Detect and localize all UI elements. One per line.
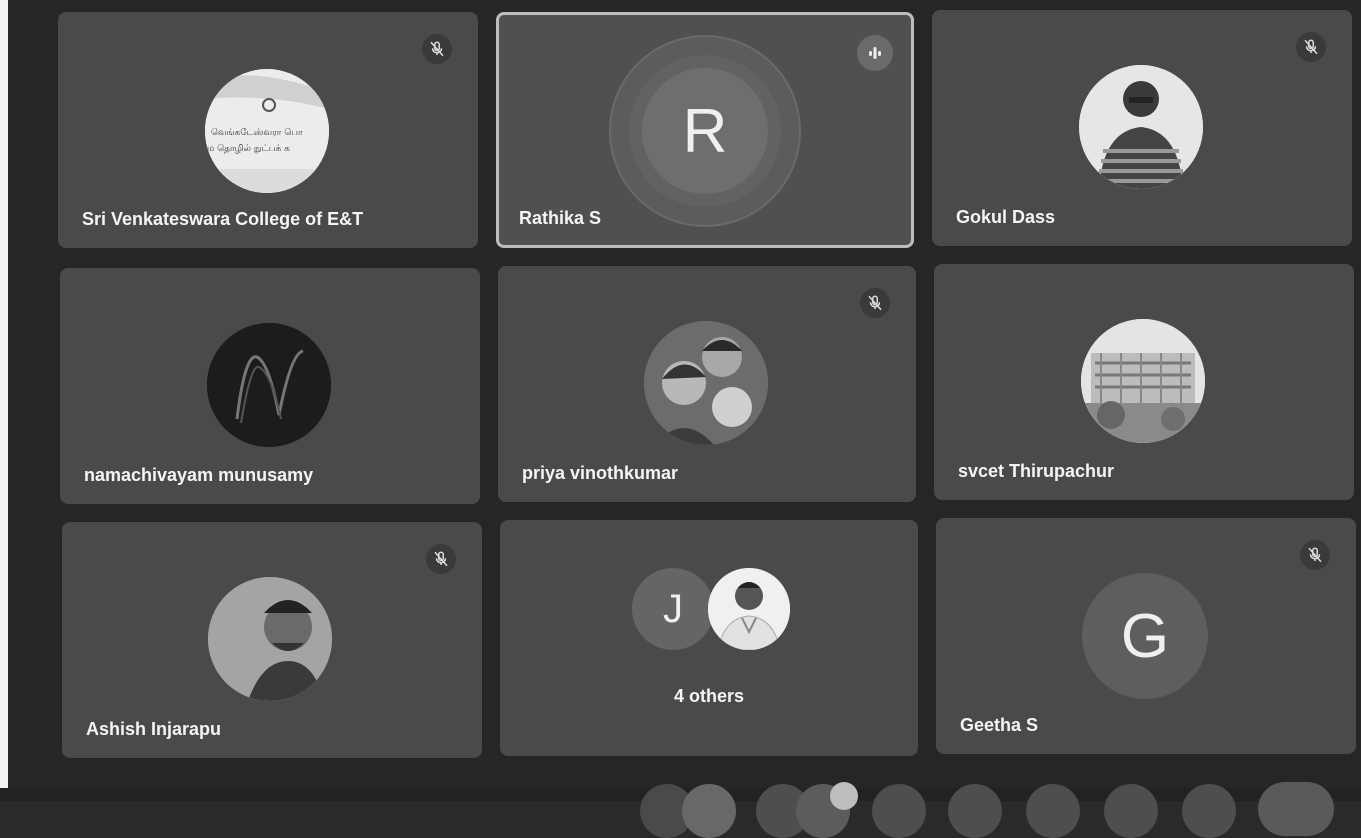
control-button[interactable]: [1026, 784, 1080, 838]
participant-avatar: [208, 577, 332, 701]
mic-off-icon: [860, 288, 890, 318]
control-button[interactable]: [948, 784, 1002, 838]
others-tile[interactable]: J 4 others: [500, 520, 918, 756]
participant-avatar: [644, 321, 768, 445]
participant-tile[interactable]: G Geetha S: [936, 518, 1356, 754]
control-button[interactable]: [1104, 784, 1158, 838]
notification-dot: [830, 782, 858, 810]
control-button[interactable]: [1182, 784, 1236, 838]
profile-sign-line-1: வெங்கடேஸ்வரா பொ: [211, 128, 303, 138]
participant-tile-active[interactable]: R Rathika S: [496, 12, 914, 248]
participant-avatar: வெங்கடேஸ்வரா பொ ம தொழில் நுட்பக் க: [205, 69, 329, 193]
control-button[interactable]: [682, 784, 736, 838]
participant-avatar: [1079, 65, 1203, 189]
participant-name: Rathika S: [519, 208, 602, 228]
others-count-label: 4 others: [673, 686, 745, 706]
paper-edge: [0, 0, 8, 801]
participant-tile[interactable]: வெங்கடேஸ்வரா பொ ம தொழில் நுட்பக் க Sri V…: [58, 12, 478, 248]
control-button[interactable]: [872, 784, 926, 838]
mic-off-icon: [426, 544, 456, 574]
mic-off-icon: [1300, 540, 1330, 570]
participant-grid: வெங்கடேஸ்வரா பொ ம தொழில் நுட்பக் க Sri V…: [8, 0, 1361, 790]
others-initial-avatar: J: [632, 568, 714, 650]
participant-name: Geetha S: [960, 715, 1039, 735]
audio-level-icon: [857, 35, 893, 71]
participant-tile[interactable]: svcet Thirupachur: [934, 264, 1354, 500]
participant-name: priya vinothkumar: [522, 463, 679, 483]
participant-initial-avatar: G: [1082, 573, 1208, 699]
participant-name: Ashish Injarapu: [86, 719, 222, 739]
participant-tile[interactable]: priya vinothkumar: [498, 266, 916, 502]
mic-off-icon: [1296, 32, 1326, 62]
mic-off-icon: [422, 34, 452, 64]
participant-avatar: [1081, 319, 1205, 443]
participant-name: Sri Venkateswara College of E&T: [82, 209, 364, 229]
participant-avatar: [207, 323, 331, 447]
participant-tile[interactable]: Gokul Dass: [932, 10, 1352, 246]
participant-tile[interactable]: namachivayam munusamy: [60, 268, 480, 504]
participant-initial-avatar: R: [642, 68, 768, 194]
participant-name: svcet Thirupachur: [958, 461, 1115, 481]
participant-tile[interactable]: Ashish Injarapu: [62, 522, 482, 758]
others-avatar: [708, 568, 790, 650]
profile-sign-line-2: ம தொழில் நுட்பக் க: [207, 144, 290, 154]
participant-name: namachivayam munusamy: [84, 465, 314, 485]
leave-call-button[interactable]: [1258, 782, 1334, 836]
participant-name: Gokul Dass: [956, 207, 1056, 227]
